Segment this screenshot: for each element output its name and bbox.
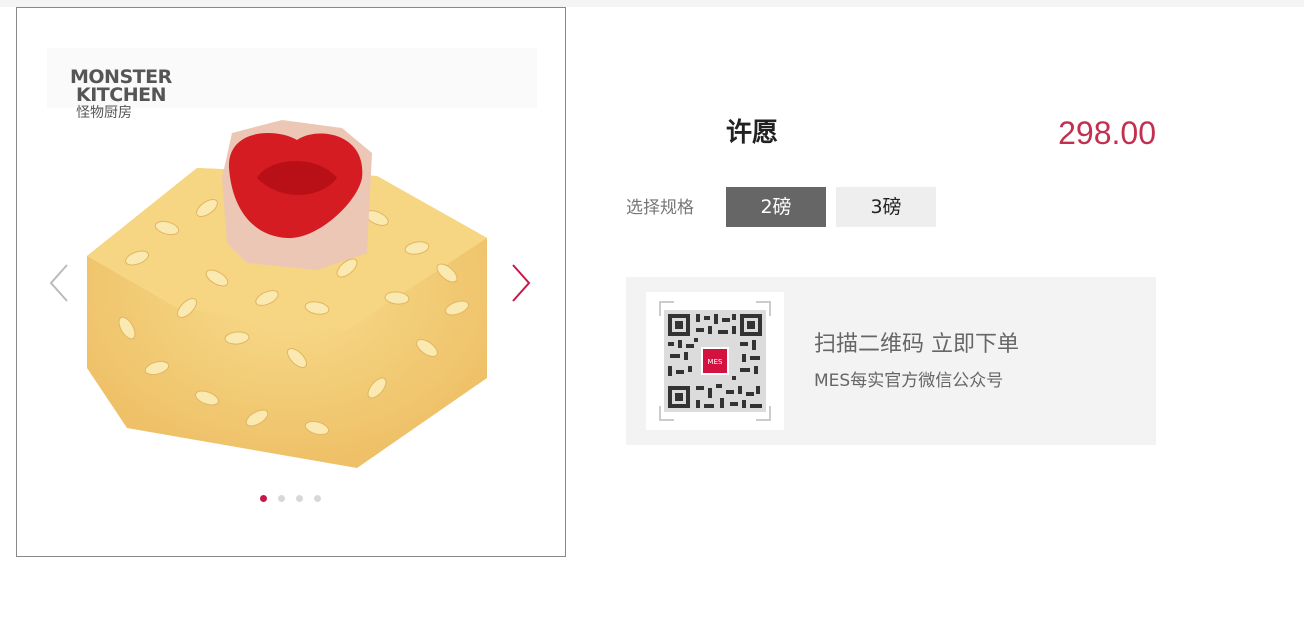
slide-dot[interactable] <box>314 495 321 502</box>
spec-option-2lb[interactable]: 2磅 <box>726 187 826 227</box>
brand-logo-line: KITCHEN <box>76 84 166 106</box>
product-price: 298.00 <box>1058 115 1156 151</box>
slide-indicators <box>260 495 332 503</box>
top-bar <box>0 0 1304 7</box>
qr-subtitle: MES每实官方微信公众号 <box>814 371 1004 391</box>
product-title: 许愿 <box>726 118 779 148</box>
slide-dot[interactable] <box>296 495 303 502</box>
qr-badge-text: MES <box>708 358 723 366</box>
brand-logo: MONSTER KITCHEN 怪物厨房 <box>70 68 182 122</box>
qr-code: MES <box>646 292 784 430</box>
brand-logo-line: 怪物厨房 <box>76 105 132 121</box>
spec-option-3lb[interactable]: 3磅 <box>836 187 936 227</box>
qr-panel: MES 扫描二维码 立即下单 MES每实官方微信公众号 <box>626 277 1156 445</box>
chevron-right-icon[interactable] <box>509 263 533 303</box>
chevron-left-icon[interactable] <box>47 263 71 303</box>
product-gallery: MONSTER KITCHEN 怪物厨房 <box>16 7 566 557</box>
slide-dot[interactable] <box>278 495 285 502</box>
qr-title: 扫描二维码 立即下单 <box>814 332 1019 357</box>
spec-label: 选择规格 <box>626 198 694 218</box>
slide-dot[interactable] <box>260 495 267 502</box>
